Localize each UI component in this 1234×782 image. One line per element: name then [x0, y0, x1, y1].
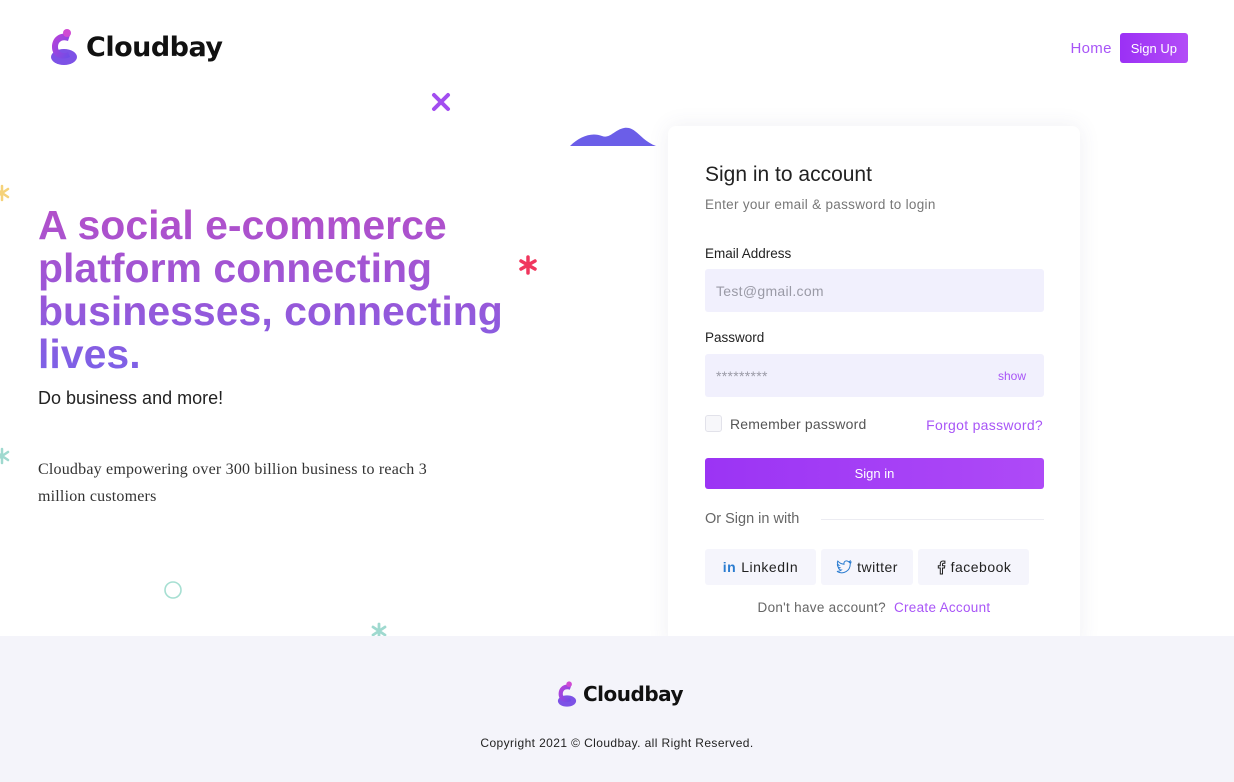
facebook-icon — [937, 559, 945, 574]
social-login-row: in LinkedIn twitter facebook — [705, 549, 1029, 585]
divider-line — [821, 518, 1044, 520]
create-account-row: Don't have account? Create Account — [668, 600, 1080, 615]
hero-subtitle: Do business and more! — [38, 388, 224, 408]
nav-home-link[interactable]: Home — [1071, 40, 1112, 57]
copyright-text: Copyright 2021 © Cloudbay. all Right Res… — [480, 736, 754, 750]
or-signin-label: Or Sign in with — [705, 511, 800, 527]
linkedin-label: LinkedIn — [741, 559, 799, 575]
show-password-toggle[interactable]: show — [998, 369, 1026, 383]
remember-password-checkbox[interactable] — [705, 415, 722, 432]
signin-button[interactable]: Sign in — [705, 458, 1044, 489]
yellow-asterisk-decoration-icon — [0, 184, 10, 202]
twitter-button[interactable]: twitter — [821, 549, 913, 585]
remember-password-label: Remember password — [730, 415, 867, 432]
hero-description: Cloudbay empowering over 300 billion bus… — [38, 461, 427, 505]
login-subtitle: Enter your email & password to login — [705, 197, 936, 212]
password-label: Password — [705, 330, 765, 345]
forgot-password-link[interactable]: Forgot password? — [926, 417, 1043, 433]
brand-name: Cloudbay — [86, 31, 223, 63]
login-title: Sign in to account — [705, 163, 872, 186]
facebook-label: facebook — [950, 559, 1012, 575]
linkedin-button[interactable]: in LinkedIn — [705, 549, 816, 585]
create-account-link[interactable]: Create Account — [894, 600, 991, 615]
nav-signup-button[interactable]: Sign Up — [1119, 33, 1188, 63]
remember-password-row: Remember password — [705, 415, 866, 432]
email-label: Email Address — [705, 246, 792, 261]
brand-logo[interactable]: Cloudbay — [48, 27, 223, 67]
linkedin-icon: in — [722, 559, 737, 575]
circle-decoration-icon — [164, 581, 182, 599]
email-field-wrapper — [705, 269, 1044, 312]
no-account-text: Don't have account? — [757, 600, 886, 615]
or-signin-divider: Or Sign in with — [705, 511, 1044, 527]
footer-brand-name: Cloudbay — [583, 682, 684, 706]
teal-asterisk-left-decoration-icon — [0, 447, 10, 465]
top-nav: Home Sign Up — [1071, 33, 1188, 63]
email-field[interactable] — [705, 269, 1044, 312]
password-field-wrapper: show — [705, 354, 1044, 397]
login-card: Sign in to account Enter your email & pa… — [668, 126, 1080, 646]
hero-title: A social e-commerce platform connecting … — [38, 204, 508, 376]
cloud-c-logo-icon — [51, 29, 77, 65]
password-field[interactable] — [705, 354, 1044, 397]
footer: Cloudbay Copyright 2021 © Cloudbay. all … — [0, 636, 1234, 782]
purple-x-decoration-icon — [432, 93, 450, 111]
twitter-icon — [836, 560, 852, 574]
twitter-label: twitter — [857, 559, 898, 575]
cloud-c-logo-icon — [557, 681, 577, 707]
wave-decoration-icon — [570, 127, 656, 146]
teal-asterisk-bottom-decoration-icon — [371, 622, 387, 636]
facebook-button[interactable]: facebook — [918, 549, 1029, 585]
red-asterisk-decoration-icon — [519, 255, 537, 275]
footer-logo[interactable]: Cloudbay — [555, 680, 684, 708]
